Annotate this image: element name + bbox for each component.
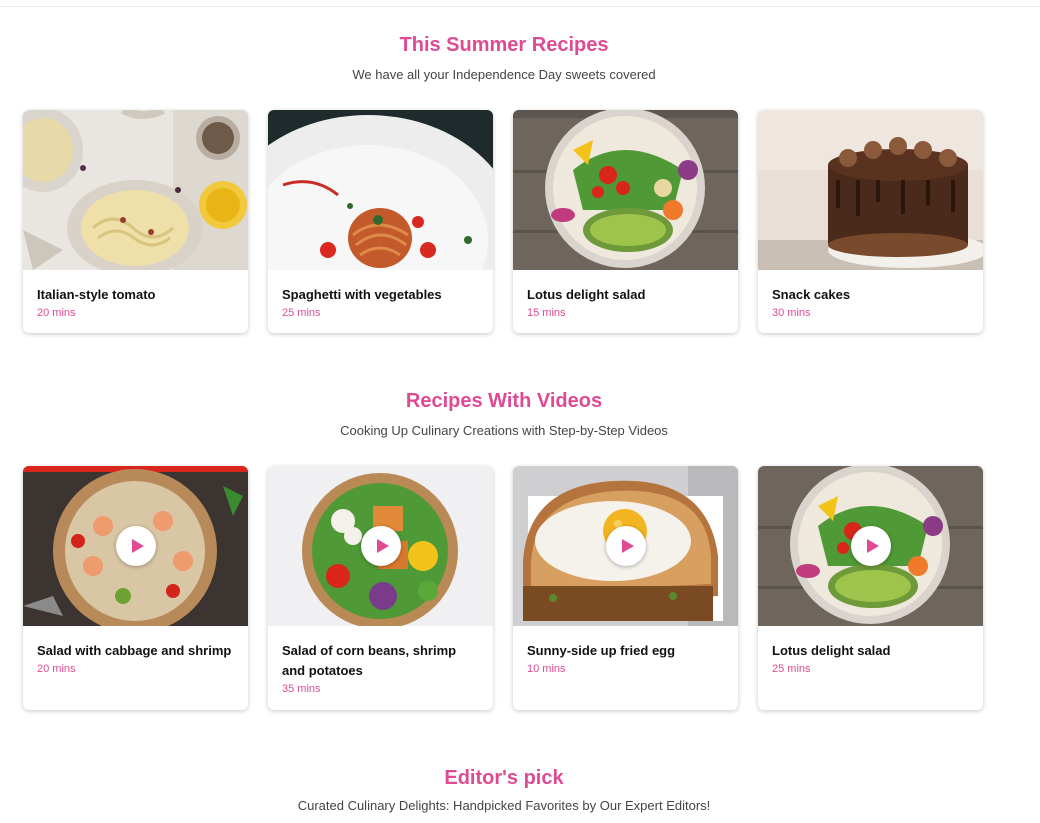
recipe-time: 30 mins	[772, 307, 811, 319]
recipe-time: 10 mins	[527, 663, 566, 675]
recipe-card[interactable]: Italian-style tomato 20 mins	[23, 110, 248, 333]
recipe-time: 35 mins	[282, 683, 321, 695]
section-title: Editor's pick	[444, 767, 564, 789]
play-button[interactable]	[115, 526, 156, 566]
pasta-photo	[23, 110, 248, 270]
play-icon	[131, 539, 144, 553]
video-thumbnail[interactable]	[268, 466, 493, 626]
video-recipe-card[interactable]: Salad of corn beans, shrimp and potatoes…	[268, 466, 493, 710]
recipe-title[interactable]: Salad with cabbage and shrimp	[37, 641, 234, 661]
video-thumbnail[interactable]	[513, 466, 738, 626]
recipe-card[interactable]: Lotus delight salad 15 mins	[513, 110, 738, 333]
recipe-title[interactable]: Salad of corn beans, shrimp and potatoes	[282, 641, 479, 681]
video-thumbnail[interactable]	[758, 466, 983, 626]
salad-bowl-photo	[513, 110, 738, 270]
spaghetti-photo	[268, 110, 493, 270]
recipe-card[interactable]: Snack cakes 30 mins	[758, 110, 983, 333]
recipe-image[interactable]	[23, 110, 248, 270]
play-icon	[621, 539, 634, 553]
section-subtitle: Cooking Up Culinary Creations with Step-…	[340, 423, 668, 438]
section-title: Recipes With Videos	[405, 390, 603, 412]
recipe-title[interactable]: Sunny-side up fried egg	[527, 641, 724, 661]
recipe-title[interactable]: Lotus delight salad	[527, 285, 724, 305]
section-subtitle: Curated Culinary Delights: Handpicked Fa…	[297, 798, 711, 813]
recipe-title[interactable]: Italian-style tomato	[37, 285, 234, 305]
recipe-time: 20 mins	[37, 307, 76, 319]
play-icon	[866, 539, 879, 553]
editors-pick-header: Editor's pick Curated Culinary Delights:…	[0, 766, 1008, 814]
summer-recipes-header: This Summer Recipes We have all your Ind…	[0, 33, 1008, 83]
video-recipe-card[interactable]: Lotus delight salad 25 mins	[758, 466, 983, 710]
play-button[interactable]	[605, 526, 646, 566]
play-button[interactable]	[850, 526, 891, 566]
video-recipe-card[interactable]: Sunny-side up fried egg 10 mins	[513, 466, 738, 710]
recipe-image[interactable]	[758, 110, 983, 270]
play-button[interactable]	[360, 526, 401, 566]
chocolate-cake-photo	[758, 110, 983, 270]
recipe-image[interactable]	[513, 110, 738, 270]
section-title: This Summer Recipes	[399, 34, 609, 56]
recipe-card[interactable]: Spaghetti with vegetables 25 mins	[268, 110, 493, 333]
top-divider	[0, 6, 1040, 7]
recipes-with-videos-header: Recipes With Videos Cooking Up Culinary …	[0, 389, 1008, 439]
recipe-time: 25 mins	[282, 307, 321, 319]
recipe-title[interactable]: Snack cakes	[772, 285, 969, 305]
recipe-title[interactable]: Spaghetti with vegetables	[282, 285, 479, 305]
recipe-time: 25 mins	[772, 663, 811, 675]
recipe-title[interactable]: Lotus delight salad	[772, 641, 969, 661]
section-subtitle: We have all your Independence Day sweets…	[352, 67, 656, 82]
video-recipe-card[interactable]: Salad with cabbage and shrimp 20 mins	[23, 466, 248, 710]
recipe-time: 15 mins	[527, 307, 566, 319]
summer-recipes-grid: Italian-style tomato 20 mins Spaghetti w…	[23, 110, 983, 333]
recipe-time: 20 mins	[37, 663, 76, 675]
video-thumbnail[interactable]	[23, 466, 248, 626]
play-icon	[376, 539, 389, 553]
recipe-image[interactable]	[268, 110, 493, 270]
video-recipes-grid: Salad with cabbage and shrimp 20 mins Sa…	[23, 466, 983, 710]
